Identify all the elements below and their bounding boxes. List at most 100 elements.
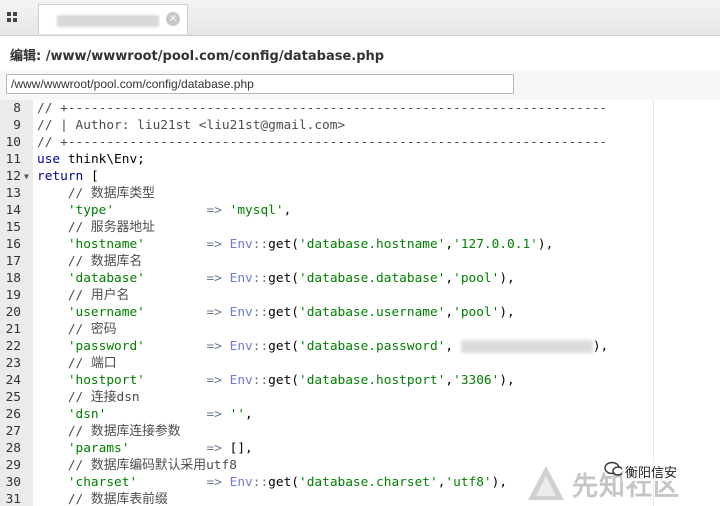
line-number: 16 (5, 237, 21, 252)
code-token: :: (252, 339, 269, 354)
code-line[interactable]: 9 // | Author: liu21st <liu21st@gmail.com… (0, 117, 720, 134)
code-token: // +------------------------------------… (37, 101, 608, 116)
code-line[interactable]: 22 'password' => Env::get('database.pass… (0, 338, 720, 355)
code-text: 'hostname' => Env::get('database.hostnam… (37, 236, 553, 253)
code-token: => (106, 407, 230, 422)
code-token: => (137, 475, 230, 490)
code-token: // 数据库表前缀 (37, 492, 168, 506)
code-token: get( (268, 305, 299, 320)
code-text: // 数据库编码默认采用utf8 (37, 457, 237, 474)
code-token: , (445, 237, 454, 252)
code-token: return (37, 169, 84, 184)
code-token: 'params' (37, 441, 130, 456)
code-line[interactable]: 24 'hostport' => Env::get('database.host… (0, 372, 720, 389)
code-line[interactable]: 27 // 数据库连接参数 (0, 423, 720, 440)
code-token: get( (268, 373, 299, 388)
line-number: 9 (13, 118, 21, 133)
code-editor[interactable]: 8 // +-----------------------------------… (0, 100, 720, 506)
code-line[interactable]: 28 'params' => [], (0, 440, 720, 457)
code-token: 'mysql' (229, 203, 284, 218)
code-token: , (445, 373, 454, 388)
code-token: 'database.username' (299, 305, 446, 320)
code-text: 'dsn' => '', (37, 406, 253, 423)
code-token: get( (268, 339, 299, 354)
xianzhi-logo-icon (528, 466, 564, 500)
tab-close-icon[interactable]: × (166, 12, 180, 26)
line-number: 12 (5, 169, 21, 184)
line-number: 15 (5, 220, 21, 235)
code-text: 'type' => 'mysql', (37, 202, 291, 219)
code-line[interactable]: 12 ▼ return [ (0, 168, 720, 185)
code-line[interactable]: 16 'hostname' => Env::get('database.host… (0, 236, 720, 253)
code-line[interactable]: 21 // 密码 (0, 321, 720, 338)
code-token: 'utf8' (445, 475, 492, 490)
code-token: Env (229, 339, 253, 354)
code-token: , (245, 407, 253, 422)
code-token: Env (229, 237, 253, 252)
code-token: 'database.database' (299, 271, 446, 286)
code-line[interactable]: 15 // 服务器地址 (0, 219, 720, 236)
line-number: 22 (5, 339, 21, 354)
code-token: // 用户名 (37, 288, 130, 303)
tab-file[interactable]: × (38, 4, 188, 34)
code-text: // 数据库连接参数 (37, 423, 181, 440)
code-line[interactable]: 19 // 用户名 (0, 287, 720, 304)
code-token: '127.0.0.1' (453, 237, 538, 252)
code-token: 'database' (37, 271, 145, 286)
code-line[interactable]: 14 'type' => 'mysql', (0, 202, 720, 219)
code-text: 'params' => [], (37, 440, 253, 457)
code-line[interactable]: 23 // 端口 (0, 355, 720, 372)
code-line[interactable]: 13 // 数据库类型 (0, 185, 720, 202)
code-text: use think\Env; (37, 151, 145, 168)
code-token: use (37, 152, 61, 167)
code-token: 'database.hostname' (299, 237, 446, 252)
code-line[interactable]: 20 'username' => Env::get('database.user… (0, 304, 720, 321)
code-line[interactable]: 26 'dsn' => '', (0, 406, 720, 423)
code-token: '' (229, 407, 246, 422)
watermark: 先知社区 衡阳信安 (520, 456, 720, 506)
code-token: [], (229, 441, 253, 456)
code-line[interactable]: 11 use think\Env; (0, 151, 720, 168)
code-line[interactable]: 8 // +-----------------------------------… (0, 100, 720, 117)
line-number: 21 (5, 322, 21, 337)
code-token: 'password' (37, 339, 145, 354)
code-token: get( (268, 237, 299, 252)
line-number: 30 (5, 475, 21, 490)
line-number: 26 (5, 407, 21, 422)
code-token: , (283, 203, 292, 218)
code-line[interactable]: 17 // 数据库名 (0, 253, 720, 270)
code-token: ), (537, 237, 554, 252)
code-token: // 服务器地址 (37, 220, 155, 235)
code-token: Env (229, 271, 253, 286)
code-text: 'charset' => Env::get('database.charset'… (37, 474, 507, 491)
code-token: :: (252, 475, 269, 490)
code-text: // 数据库名 (37, 253, 142, 270)
code-token: // 连接dsn (37, 390, 140, 405)
line-number: 28 (5, 441, 21, 456)
file-path-input[interactable] (6, 74, 514, 94)
line-number: 20 (5, 305, 21, 320)
code-token: 'username' (37, 305, 145, 320)
code-token: 'pool' (453, 271, 500, 286)
code-token: 'pool' (453, 305, 500, 320)
grid-menu-icon[interactable] (4, 9, 24, 27)
code-line[interactable]: 10 // +----------------------------------… (0, 134, 720, 151)
fold-toggle-icon[interactable]: ▼ (24, 168, 29, 185)
code-token: Env (229, 373, 253, 388)
code-token: // 数据库类型 (37, 186, 155, 201)
code-token: Env (229, 475, 253, 490)
code-text: // 端口 (37, 355, 117, 372)
code-token: 'hostport' (37, 373, 145, 388)
code-line[interactable]: 25 // 连接dsn (0, 389, 720, 406)
code-token: Env (229, 305, 253, 320)
code-token: => (144, 339, 230, 354)
line-number: 8 (13, 101, 21, 116)
code-token: => (114, 203, 230, 218)
code-token: // 数据库名 (37, 254, 143, 269)
code-line[interactable]: 18 'database' => Env::get('database.data… (0, 270, 720, 287)
code-text: // 连接dsn (37, 389, 140, 406)
watermark-badge: 衡阳信安 (622, 462, 681, 481)
code-text: // 用户名 (37, 287, 130, 304)
code-token: 'dsn' (37, 407, 107, 422)
code-token: get( (268, 271, 299, 286)
